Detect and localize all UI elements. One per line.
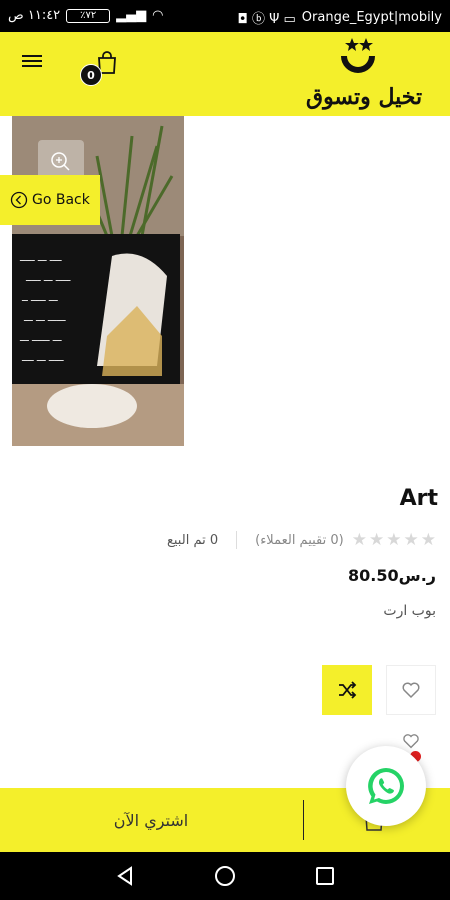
sold-count: 0 تم البيع [166, 532, 219, 548]
app-header: 0 تخيل وتسوق [0, 32, 450, 116]
whatsapp-button[interactable] [346, 746, 426, 826]
whatsapp-icon [368, 768, 404, 804]
divider [236, 531, 238, 549]
svg-text:ـــ ــــــ ـــ: ـــ ــــــ ـــ [19, 333, 63, 344]
rating-row: ★ ★ ★ ★ ★ (0 تقييم العملاء) 0 تم البيع [167, 530, 436, 550]
svg-text:ــــــ ـــ ـــ: ــــــ ـــ ـــ [23, 313, 67, 324]
svg-text:ـــــ ـــ ــــ: ـــــ ـــ ــــ [21, 353, 65, 364]
status-right: ◘ ⓑ Ψ ▭ Orange_Egypt|mobily [238, 8, 442, 27]
product-price: ر.س80.50 [348, 566, 436, 585]
go-back-label: Go Back [32, 192, 90, 208]
go-back-button[interactable]: Go Back [0, 175, 100, 225]
compare-button[interactable] [322, 665, 372, 715]
star-icon: ★ [386, 530, 402, 550]
star-icon: ★ [351, 530, 367, 550]
android-nav-bar [0, 852, 450, 900]
rating-stars: ★ ★ ★ ★ ★ [352, 530, 436, 550]
product-description: بوب ارت [383, 603, 436, 619]
svg-text:ـــ ـــــ ــ: ـــ ـــــ ــ [21, 293, 59, 304]
brand-logo-text: تخيل وتسوق [306, 84, 423, 110]
divider [303, 800, 304, 840]
battery-icon: ٪٧٢ [66, 8, 111, 23]
back-arrow-icon [10, 191, 28, 209]
wishlist-indicator[interactable] [401, 731, 421, 762]
svg-text:ــــ ـــ ـــــ: ــــ ـــ ـــــ [19, 253, 63, 264]
heart-icon [402, 682, 420, 699]
star-icon: ★ [403, 530, 419, 550]
signal-icon: ▂▄▆ [116, 8, 147, 23]
star-icon: ★ [420, 530, 436, 550]
back-nav-icon[interactable] [113, 864, 137, 888]
recents-nav-icon[interactable] [313, 864, 337, 888]
carrier-name: Orange_Egypt|mobily [301, 10, 442, 25]
shuffle-icon [339, 681, 357, 699]
wifi-icon: ◠ [152, 8, 164, 23]
cart-count-badge: 0 [80, 64, 102, 86]
star-icon: ★ [369, 530, 385, 550]
buy-now-button[interactable]: اشتري الآن [0, 788, 302, 852]
menu-icon[interactable] [22, 52, 44, 72]
notification-icons: ◘ ⓑ Ψ ▭ [237, 12, 296, 27]
status-bar: ١١:٤٢ ص ٪٧٢ ▂▄▆ ◠ ◘ ⓑ Ψ ▭ Orange_Egypt|m… [0, 0, 450, 32]
wishlist-button[interactable] [386, 665, 436, 715]
product-title: Art [399, 486, 438, 511]
heart-icon [403, 734, 419, 749]
status-left: ١١:٤٢ ص ٪٧٢ ▂▄▆ ◠ [8, 8, 164, 23]
svg-text:ـــــ ـــ ـــــ: ـــــ ـــ ـــــ [25, 273, 72, 284]
status-time: ١١:٤٢ ص [8, 8, 61, 23]
reviews-count-link[interactable]: (0 تقييم العملاء) [255, 533, 344, 548]
home-nav-icon[interactable] [213, 864, 237, 888]
